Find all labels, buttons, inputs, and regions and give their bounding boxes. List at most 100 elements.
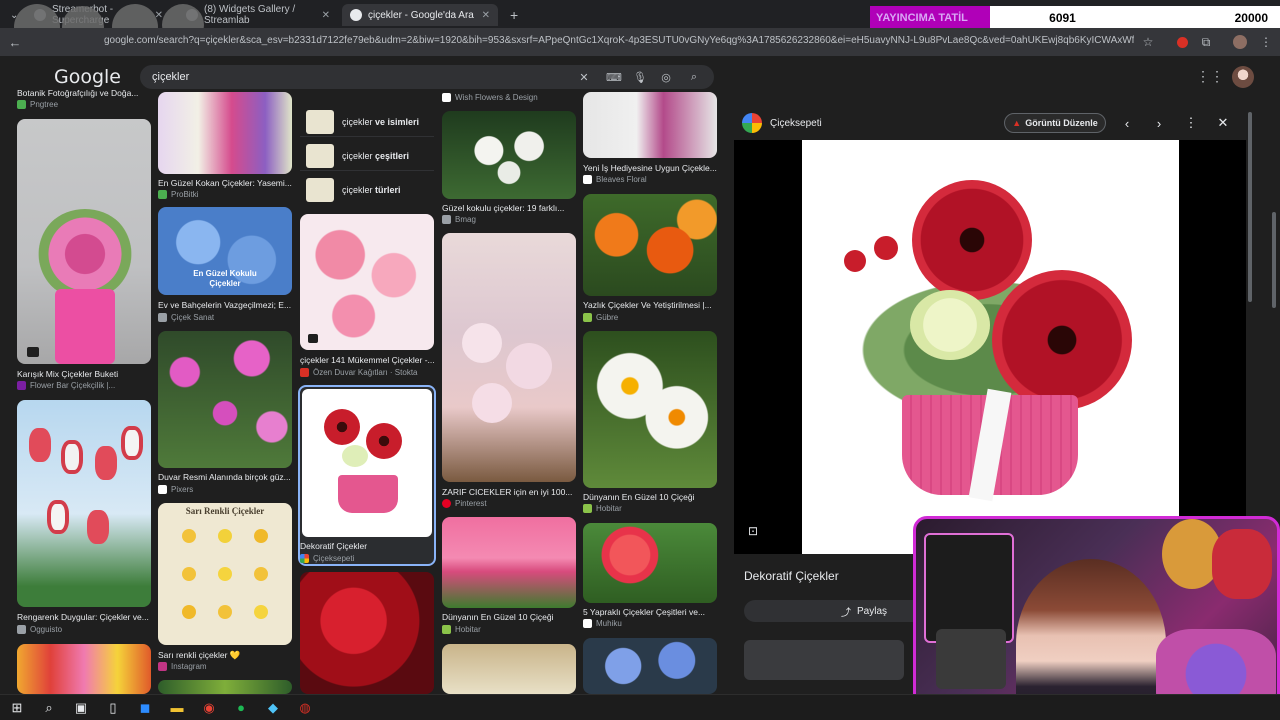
result-title[interactable]: Duvar Resmi Alanında birçok güz... <box>158 472 294 482</box>
result-thumbnail-yellow-chart[interactable]: Sarı Renkli Çiçekler <box>158 503 292 645</box>
extension-red-icon[interactable] <box>1174 34 1190 50</box>
result-source[interactable]: Ogguisto <box>17 625 153 634</box>
spotify-icon[interactable]: ● <box>228 697 254 719</box>
google-logo[interactable]: Google <box>54 66 121 88</box>
result-title[interactable]: Dünyanın En Güzel 10 Çiçeği <box>583 492 719 502</box>
result-source[interactable]: Hobitar <box>583 504 719 513</box>
result-source[interactable]: ProBitki <box>158 190 294 199</box>
result-source[interactable]: Wish Flowers & Design <box>442 93 578 102</box>
search-box[interactable] <box>140 65 714 89</box>
new-tab-button[interactable]: + <box>502 4 522 26</box>
account-avatar[interactable] <box>1232 66 1254 88</box>
result-thumbnail-tulips[interactable] <box>17 400 151 607</box>
result-thumbnail-bouquet[interactable] <box>17 119 151 364</box>
task-view-icon[interactable]: ▣ <box>68 697 94 719</box>
result-title[interactable]: Sarı renkli çiçekler 💛 <box>158 650 294 661</box>
result-title[interactable]: En Güzel Kokan Çiçekler: Yasemi... <box>158 178 294 188</box>
preview-scrollbar[interactable] <box>1248 112 1252 302</box>
previous-image-chevron-icon[interactable]: ‹ <box>1118 114 1136 132</box>
windows-start-icon[interactable]: ⊞ <box>4 697 30 719</box>
edit-image-button[interactable]: ▲ Görüntü Düzenle <box>1004 113 1106 133</box>
result-title[interactable]: ZARIF CICEKLER için en iyi 100... <box>442 487 578 497</box>
result-source[interactable]: Muhiku <box>583 619 719 628</box>
result-thumbnail-daffodils[interactable] <box>583 331 717 488</box>
lens-search-icon[interactable]: ⊡ <box>748 524 766 540</box>
result-thumbnail-peonies[interactable] <box>442 644 576 694</box>
file-icon[interactable]: ▯ <box>100 697 126 719</box>
search-icon[interactable]: ⌕ <box>36 697 62 719</box>
result-thumbnail-blue-flowers[interactable] <box>583 638 717 694</box>
result-title[interactable]: Rengarenk Duygular: Çiçekler ve... <box>17 612 153 622</box>
preview-title[interactable]: Dekoratif Çiçekler <box>744 569 839 583</box>
close-tab-icon[interactable]: ✕ <box>322 10 330 21</box>
result-source[interactable]: Bleaves Floral <box>583 175 719 184</box>
extensions-puzzle-icon[interactable]: ⧉ <box>1198 34 1214 50</box>
microphone-arm <box>936 629 1006 689</box>
preview-related-placeholder[interactable] <box>744 640 904 680</box>
obs-recording-icon[interactable]: ◍ <box>292 697 318 719</box>
result-title[interactable]: Yazlık Çiçekler Ve Yetiştirilmesi |... <box>583 300 719 310</box>
related-search-names[interactable]: çiçekler ve isimleri <box>300 107 434 137</box>
result-thumbnail-pink-daisies[interactable] <box>300 214 434 350</box>
result-source[interactable]: Çiçek Sanat <box>158 313 294 322</box>
chrome-icon[interactable]: ◉ <box>196 697 222 719</box>
close-tab-icon[interactable]: ✕ <box>482 10 490 21</box>
result-source[interactable]: Pinterest <box>442 499 578 508</box>
result-source[interactable]: Flower Bar Çiçekçilik |... <box>17 381 153 390</box>
result-thumbnail-colorful[interactable] <box>17 644 151 694</box>
result-thumbnail-red-rose[interactable] <box>300 572 434 694</box>
page-scrollbar[interactable] <box>1272 212 1276 308</box>
result-title[interactable]: Botanik Fotoğrafçılığı ve Doğa... <box>17 88 153 98</box>
clear-icon[interactable]: ✕ <box>576 69 592 85</box>
result-card-selected[interactable] <box>298 385 436 566</box>
next-image-chevron-icon[interactable]: › <box>1150 114 1168 132</box>
related-search-kinds[interactable]: çiçekler türleri <box>300 175 434 205</box>
result-title[interactable]: çiçekler 141 Mükemmel Çiçekler -... <box>300 355 436 365</box>
result-source[interactable]: Bmag <box>442 215 578 224</box>
keyboard-icon[interactable]: ⌨ <box>606 69 622 85</box>
result-source[interactable]: Gübre <box>583 313 719 322</box>
result-thumbnail-leaves[interactable] <box>158 680 292 694</box>
zoom-app-icon[interactable]: ◼ <box>132 697 158 719</box>
microphone-icon[interactable]: 🎙 <box>632 69 648 85</box>
tab-google-search[interactable]: çiçekler - Google'da Ara ✕ <box>342 4 498 26</box>
result-title[interactable]: Ev ve Bahçelerin Vazgeçilmezi; E... <box>158 300 294 310</box>
back-arrow-icon[interactable]: ← <box>4 35 26 50</box>
result-source[interactable]: Çiçeksepeti <box>300 554 436 563</box>
app-diamond-icon[interactable]: ◆ <box>260 697 286 719</box>
result-title[interactable]: Dünyanın En Güzel 10 Çiçeği <box>442 612 578 622</box>
result-thumbnail-fragrant[interactable] <box>158 92 292 174</box>
result-thumbnail-gift-flowers[interactable] <box>583 92 717 158</box>
result-title[interactable]: Dekoratif Çiçekler <box>300 541 436 551</box>
preview-source-header[interactable]: Çiçeksepeti <box>742 112 822 134</box>
result-title[interactable]: Karışık Mix Çiçekler Buketi <box>17 369 153 379</box>
result-source[interactable]: Hobitar <box>442 625 578 634</box>
lens-camera-icon[interactable]: ◎ <box>658 69 674 85</box>
close-preview-icon[interactable]: ✕ <box>1214 114 1232 132</box>
result-title[interactable]: 5 Yapraklı Çiçekler Çeşitleri ve... <box>583 607 719 617</box>
result-thumbnail-forget-me-not[interactable]: En Güzel Kokulu Çiçekler <box>158 207 292 295</box>
result-title[interactable]: Güzel kokulu çiçekler: 19 farklı... <box>442 203 578 213</box>
apps-grid-icon[interactable]: ⋮⋮ <box>1196 68 1224 84</box>
result-title[interactable]: Yeni İş Hediyesine Uygun Çiçekle... <box>583 163 719 173</box>
result-source[interactable]: Özen Duvar Kağıtları · Stokta <box>300 368 436 377</box>
result-thumbnail-pink-tulips[interactable] <box>442 517 576 608</box>
result-source[interactable]: Pngtree <box>17 100 153 109</box>
result-thumbnail-cosmos[interactable] <box>158 331 292 468</box>
result-thumbnail-lilies[interactable] <box>442 111 576 199</box>
related-search-types[interactable]: çiçekler çeşitleri <box>300 141 434 171</box>
preview-image[interactable] <box>802 140 1179 554</box>
profile-avatar-icon[interactable] <box>1232 34 1248 50</box>
more-options-icon[interactable]: ⋮ <box>1182 114 1200 132</box>
search-input[interactable] <box>152 68 572 86</box>
file-explorer-icon[interactable]: ▬ <box>164 697 190 719</box>
bookmark-star-icon[interactable]: ☆ <box>1140 34 1156 50</box>
result-thumbnail-soft-flowers[interactable] <box>442 233 576 482</box>
menu-dots-icon[interactable]: ⋮ <box>1258 34 1274 50</box>
url-field[interactable]: google.com/search?q=çiçekler&sca_esv=b23… <box>104 35 1134 46</box>
result-source[interactable]: Pixers <box>158 485 294 494</box>
result-thumbnail-zinnia[interactable] <box>583 523 717 603</box>
search-icon[interactable]: ⌕ <box>686 69 702 85</box>
result-source[interactable]: Instagram <box>158 662 294 671</box>
result-thumbnail-marigolds[interactable] <box>583 194 717 296</box>
